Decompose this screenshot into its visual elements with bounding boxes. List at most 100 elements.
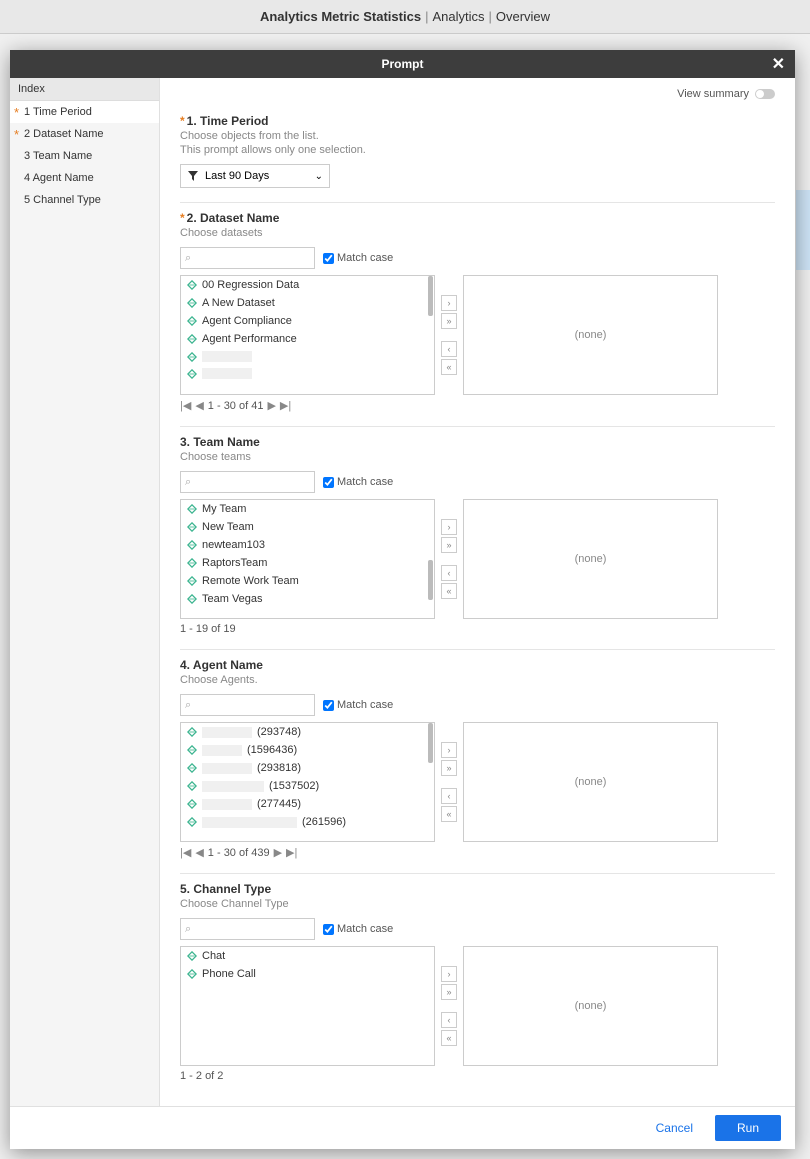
cancel-button[interactable]: Cancel xyxy=(644,1115,705,1141)
breadcrumb-part-0: Analytics Metric Statistics xyxy=(260,9,421,24)
last-page-icon[interactable]: ▶| xyxy=(280,399,291,412)
match-case-checkbox[interactable]: Match case xyxy=(323,476,393,488)
list-item[interactable]: (293748) xyxy=(181,723,434,741)
sidebar-item-time-period[interactable]: *1 Time Period xyxy=(10,101,159,123)
section-desc: Choose datasets xyxy=(180,227,775,239)
list-item-label: newteam103 xyxy=(202,539,265,551)
list-item-label: Chat xyxy=(202,950,225,962)
scrollbar-thumb[interactable] xyxy=(428,276,433,316)
first-page-icon[interactable]: |◀ xyxy=(180,399,191,412)
add-button[interactable]: › xyxy=(441,519,457,535)
prev-page-icon[interactable]: ◀ xyxy=(195,399,203,412)
available-list[interactable]: 00 Regression Data A New Dataset Agent Com… xyxy=(180,275,435,395)
available-list[interactable]: (293748)(1596436)(293818)(1537502)(27744… xyxy=(180,722,435,842)
list-item[interactable]: Chat xyxy=(181,947,434,965)
next-page-icon[interactable]: ▶ xyxy=(274,846,282,859)
available-list[interactable]: My TeamNew Team newteam103 RaptorsTeam Remo… xyxy=(180,499,435,619)
add-all-button[interactable]: » xyxy=(441,537,457,553)
search-row: ⌕ Match case xyxy=(180,918,775,940)
selected-list[interactable]: (none) xyxy=(463,946,718,1066)
sidebar-item-dataset-name[interactable]: *2 Dataset Name xyxy=(10,123,159,145)
list-item[interactable] xyxy=(181,365,434,382)
view-summary-toggle[interactable] xyxy=(755,89,775,99)
selected-list[interactable]: (none) xyxy=(463,499,718,619)
list-item[interactable]: (293818) xyxy=(181,759,434,777)
match-case-input[interactable] xyxy=(323,477,334,488)
list-item-label: RaptorsTeam xyxy=(202,557,267,569)
list-item[interactable]: My Team xyxy=(181,500,434,518)
add-all-button[interactable]: » xyxy=(441,313,457,329)
search-input[interactable]: ⌕ xyxy=(180,918,315,940)
list-item[interactable]: New Team xyxy=(181,518,434,536)
search-input[interactable]: ⌕ xyxy=(180,471,315,493)
list-item[interactable]: 00 Regression Data xyxy=(181,276,434,294)
list-item[interactable]: (1537502) xyxy=(181,777,434,795)
list-item[interactable]: newteam103 xyxy=(181,536,434,554)
sidebar-item-label: 1 Time Period xyxy=(24,106,92,118)
add-all-button[interactable]: » xyxy=(441,760,457,776)
remove-button[interactable]: ‹ xyxy=(441,788,457,804)
first-page-icon[interactable]: |◀ xyxy=(180,846,191,859)
match-case-checkbox[interactable]: Match case xyxy=(323,699,393,711)
list-item[interactable]: Agent Performance xyxy=(181,330,434,348)
list-item[interactable]: Agent Compliance xyxy=(181,312,434,330)
add-button[interactable]: › xyxy=(441,966,457,982)
time-period-dropdown[interactable]: Last 90 Days⌄ xyxy=(180,164,330,188)
view-summary-label: View summary xyxy=(677,88,749,100)
match-case-input[interactable] xyxy=(323,700,334,711)
list-item[interactable]: A New Dataset xyxy=(181,294,434,312)
add-all-button[interactable]: » xyxy=(441,984,457,1000)
section-title: *1. Time Period xyxy=(180,114,775,128)
list-item-label: Agent Compliance xyxy=(202,315,292,327)
selected-list[interactable]: (none) xyxy=(463,722,718,842)
list-item-label: A New Dataset xyxy=(202,297,275,309)
transfer-buttons: › » ‹ « xyxy=(441,499,457,619)
last-page-icon[interactable]: ▶| xyxy=(286,846,297,859)
match-case-input[interactable] xyxy=(323,253,334,264)
prev-page-icon[interactable]: ◀ xyxy=(195,846,203,859)
match-case-checkbox[interactable]: Match case xyxy=(323,252,393,264)
search-input[interactable]: ⌕ xyxy=(180,247,315,269)
scrollbar-thumb[interactable] xyxy=(428,560,433,600)
next-page-icon[interactable]: ▶ xyxy=(267,399,275,412)
list-item[interactable]: Remote Work Team xyxy=(181,572,434,590)
list-item[interactable]: (261596) xyxy=(181,813,434,831)
page-range: 1 - 19 of 19 xyxy=(180,623,236,635)
remove-all-button[interactable]: « xyxy=(441,1030,457,1046)
search-icon: ⌕ xyxy=(185,476,191,489)
required-icon: * xyxy=(180,211,185,225)
none-label: (none) xyxy=(575,1000,607,1012)
list-item[interactable]: Team Vegas xyxy=(181,590,434,608)
match-case-checkbox[interactable]: Match case xyxy=(323,923,393,935)
match-case-input[interactable] xyxy=(323,924,334,935)
match-case-label: Match case xyxy=(337,476,393,488)
remove-button[interactable]: ‹ xyxy=(441,1012,457,1028)
remove-button[interactable]: ‹ xyxy=(441,565,457,581)
sidebar-item-team-name[interactable]: 3 Team Name xyxy=(10,145,159,167)
required-icon: * xyxy=(14,130,19,140)
list-item[interactable] xyxy=(181,348,434,365)
selected-list[interactable]: (none) xyxy=(463,275,718,395)
add-button[interactable]: › xyxy=(441,742,457,758)
list-item[interactable]: Phone Call xyxy=(181,965,434,983)
run-button[interactable]: Run xyxy=(715,1115,781,1141)
remove-all-button[interactable]: « xyxy=(441,583,457,599)
remove-all-button[interactable]: « xyxy=(441,806,457,822)
list-item[interactable]: (1596436) xyxy=(181,741,434,759)
list-item[interactable]: (277445) xyxy=(181,795,434,813)
sidebar-item-agent-name[interactable]: 4 Agent Name xyxy=(10,167,159,189)
remove-button[interactable]: ‹ xyxy=(441,341,457,357)
search-icon: ⌕ xyxy=(185,923,191,936)
available-list[interactable]: Chat Phone Call xyxy=(180,946,435,1066)
scrollbar-thumb[interactable] xyxy=(428,723,433,763)
list-item[interactable]: RaptorsTeam xyxy=(181,554,434,572)
sidebar-item-channel-type[interactable]: 5 Channel Type xyxy=(10,189,159,211)
search-input[interactable]: ⌕ xyxy=(180,694,315,716)
transfer-buttons: › » ‹ « xyxy=(441,946,457,1066)
close-icon[interactable]: ✕ xyxy=(772,54,785,74)
section-desc: Choose teams xyxy=(180,451,775,463)
search-icon: ⌕ xyxy=(185,699,191,712)
remove-all-button[interactable]: « xyxy=(441,359,457,375)
search-row: ⌕ Match case xyxy=(180,471,775,493)
add-button[interactable]: › xyxy=(441,295,457,311)
